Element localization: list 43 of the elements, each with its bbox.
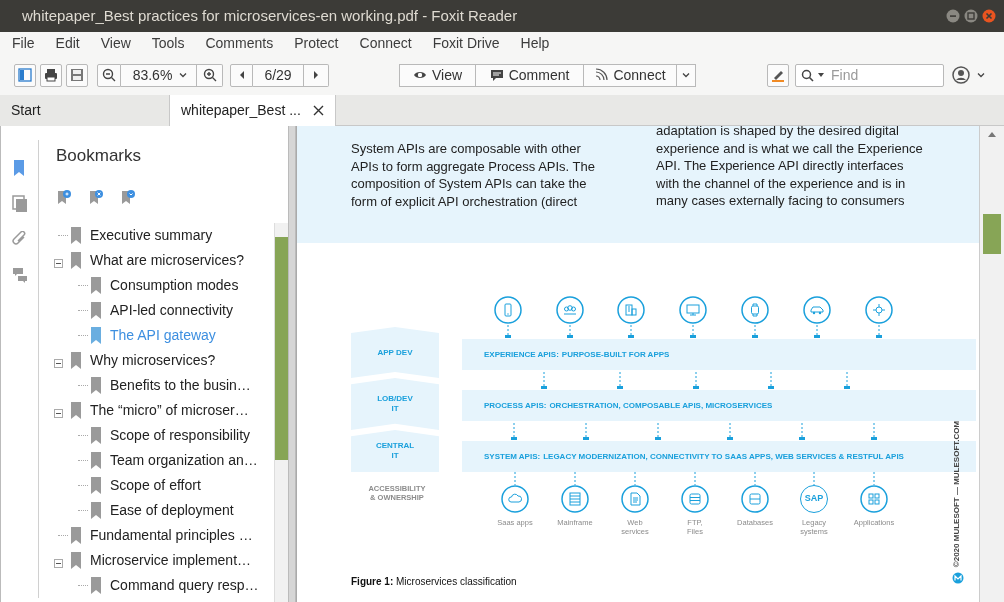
menu-item[interactable]: Comments xyxy=(205,33,274,54)
bookmark-item[interactable]: Ease of deployment xyxy=(110,499,234,521)
figure-caption: Figure 1: Microservices classification xyxy=(351,575,517,589)
bookmark-item[interactable]: Executive summary xyxy=(90,224,213,246)
menu-item[interactable]: View xyxy=(100,33,131,54)
tab[interactable]: Start xyxy=(0,95,170,126)
menu-item[interactable]: Tools xyxy=(151,33,185,54)
layer-tag: APP DEV xyxy=(351,327,439,378)
layer-tag: CENTRAL IT xyxy=(351,430,439,472)
zoom-field[interactable]: 83.6% xyxy=(121,63,197,87)
bookmark-item[interactable]: The “micro” of microser… xyxy=(90,399,249,421)
system-badge: SAP xyxy=(800,485,828,513)
mode-button[interactable]: View xyxy=(399,63,476,87)
page-field[interactable]: 6/29 xyxy=(253,63,304,87)
bookmark-item[interactable]: Scope of effort xyxy=(110,474,201,496)
paragraph: System APIs are composable with other APIs to form aggregate Process APIs. The composition of System APIs can take the form of explicit API orchestration (direct xyxy=(351,140,595,211)
window-title: whitepaper_Best practices for microservices-en working.pdf - Foxit Reader xyxy=(22,5,519,26)
paragraph: adaptation is shaped by the desired digital experience and is what we call the Experience API. The Experience API directly interfaces with the channel of the experience and is in many cases externally facing to consumers xyxy=(656,126,923,210)
bookmark-item[interactable]: Scope of responsibility xyxy=(110,424,251,446)
mode-button[interactable]: Connect xyxy=(584,63,677,87)
mode-button[interactable]: Comment xyxy=(476,63,584,87)
api-layer-band: PROCESS APIS: ORCHESTRATION, COMPOSABLE APIS, MICROSERVICES xyxy=(462,390,976,421)
api-layer-band: EXPERIENCE APIS: PURPOSE-BUILT FOR APPS xyxy=(462,339,976,370)
menu-item[interactable]: Help xyxy=(520,33,550,54)
menu-item[interactable]: Edit xyxy=(55,33,80,54)
bookmark-item[interactable]: Consumption modes xyxy=(110,274,239,296)
menu-item[interactable]: File xyxy=(12,33,35,54)
menu-item[interactable]: Protect xyxy=(294,33,339,54)
copyright-text: ©2020 MULESOFT — MULESOFT.COM xyxy=(952,420,962,568)
bookmark-item[interactable]: Command query resp… xyxy=(110,574,259,596)
bookmark-item[interactable]: Microservice implement… xyxy=(90,549,252,571)
bookmark-item[interactable]: What are microservices? xyxy=(90,249,245,271)
bookmark-item[interactable]: API-led connectivity xyxy=(110,299,233,321)
tab[interactable]: whitepaper_Best ... xyxy=(170,95,336,126)
bookmark-item[interactable]: Why microservices? xyxy=(90,349,216,371)
bookmark-item[interactable]: Team organization an… xyxy=(110,449,258,471)
panel-title: Bookmarks xyxy=(55,145,143,167)
bookmark-item[interactable]: Fundamental principles … xyxy=(90,524,253,546)
layer-tag: LOB/DEV IT xyxy=(351,378,439,430)
menu-item[interactable]: Connect xyxy=(359,33,412,54)
menu-item[interactable]: Foxit Drive xyxy=(432,33,500,54)
bookmark-item[interactable]: Benefits to the busin… xyxy=(110,374,251,396)
bookmark-item[interactable]: The API gateway xyxy=(110,324,216,346)
